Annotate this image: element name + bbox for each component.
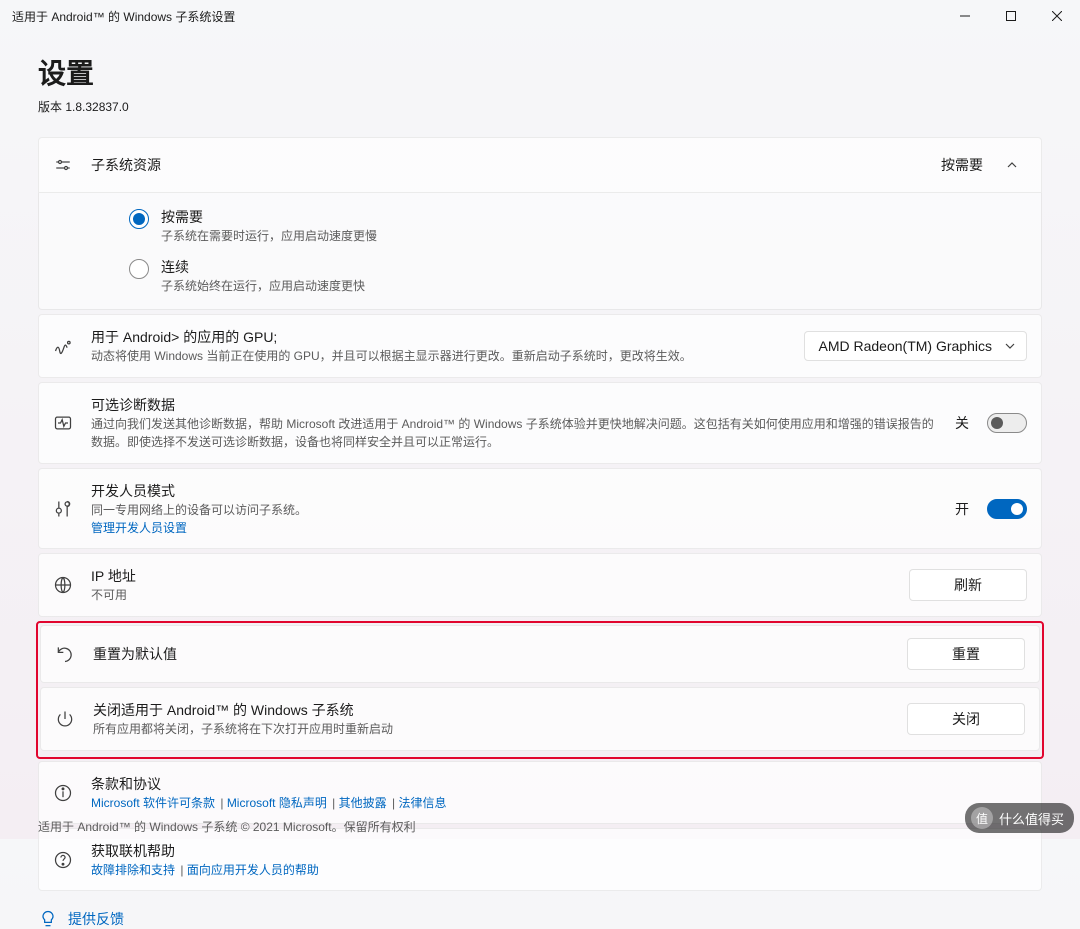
subsystem-resources-header[interactable]: 子系统资源 按需要 bbox=[38, 137, 1042, 193]
info-icon bbox=[53, 783, 73, 803]
subsystem-resources-title: 子系统资源 bbox=[91, 155, 923, 175]
terms-link-license[interactable]: Microsoft 软件许可条款 bbox=[91, 794, 215, 811]
help-title: 获取联机帮助 bbox=[91, 841, 1027, 861]
resource-option-label: 按需要 bbox=[161, 207, 377, 227]
help-icon bbox=[53, 850, 73, 870]
ip-title: IP 地址 bbox=[91, 566, 891, 586]
sliders-icon bbox=[53, 155, 73, 175]
ip-address-card: IP 地址 不可用 刷新 bbox=[38, 553, 1042, 617]
resource-option-label: 连续 bbox=[161, 257, 365, 277]
developer-mode-title: 开发人员模式 bbox=[91, 481, 937, 501]
resource-option-continuous[interactable]: 连续 子系统始终在运行，应用启动速度更快 bbox=[129, 251, 1027, 301]
gpu-select[interactable]: AMD Radeon(TM) Graphics bbox=[804, 331, 1028, 361]
gpu-title: 用于 Android> 的应用的 GPU; bbox=[91, 327, 786, 347]
diagnostics-card: 可选诊断数据 通过向我们发送其他诊断数据，帮助 Microsoft 改进适用于 … bbox=[38, 382, 1042, 464]
developer-mode-toggle[interactable] bbox=[987, 499, 1027, 519]
radio-unchecked-icon bbox=[129, 259, 149, 279]
subsystem-resources-options: 按需要 子系统在需要时运行，应用启动速度更慢 连续 子系统始终在运行，应用启动速… bbox=[38, 193, 1042, 310]
titlebar: 适用于 Android™ 的 Windows 子系统设置 bbox=[0, 0, 1080, 32]
subsystem-resources-value: 按需要 bbox=[941, 155, 983, 175]
feedback-icon bbox=[38, 909, 58, 929]
developer-mode-card: 开发人员模式 同一专用网络上的设备可以访问子系统。 管理开发人员设置 开 bbox=[38, 468, 1042, 549]
ip-desc: 不可用 bbox=[91, 586, 891, 604]
close-button[interactable] bbox=[1034, 0, 1080, 32]
resource-option-desc: 子系统在需要时运行，应用启动速度更慢 bbox=[161, 227, 377, 245]
diagnostics-state: 关 bbox=[955, 413, 969, 433]
radio-checked-icon bbox=[129, 209, 149, 229]
watermark-text: 什么值得买 bbox=[999, 809, 1064, 828]
resource-option-on-demand[interactable]: 按需要 子系统在需要时运行，应用启动速度更慢 bbox=[129, 201, 1027, 251]
minimize-button[interactable] bbox=[942, 0, 988, 32]
signature-icon bbox=[53, 336, 73, 356]
diagnostics-desc: 通过向我们发送其他诊断数据，帮助 Microsoft 改进适用于 Android… bbox=[91, 415, 937, 451]
help-link-devhelp[interactable]: 面向应用开发人员的帮助 bbox=[187, 861, 319, 878]
gpu-desc: 动态将使用 Windows 当前正在使用的 GPU，并且可以根据主显示器进行更改… bbox=[91, 347, 786, 365]
developer-settings-link[interactable]: 管理开发人员设置 bbox=[91, 519, 187, 536]
terms-link-legal[interactable]: 法律信息 bbox=[398, 794, 446, 811]
terms-title: 条款和协议 bbox=[91, 774, 1027, 794]
feedback-label: 提供反馈 bbox=[68, 909, 124, 929]
shutdown-desc: 所有应用都将关闭，子系统将在下次打开应用时重新启动 bbox=[93, 720, 889, 738]
globe-icon bbox=[53, 575, 73, 595]
diagnostics-title: 可选诊断数据 bbox=[91, 395, 937, 415]
gpu-select-label: AMD Radeon(TM) Graphics bbox=[819, 338, 993, 354]
resource-option-desc: 子系统始终在运行，应用启动速度更快 bbox=[161, 277, 365, 295]
page-title: 设置 bbox=[38, 52, 1042, 92]
undo-icon bbox=[55, 644, 75, 664]
reset-card: 重置为默认值 重置 bbox=[40, 625, 1040, 683]
footer-text: 适用于 Android™ 的 Windows 子系统 © 2021 Micros… bbox=[38, 818, 416, 835]
maximize-button[interactable] bbox=[988, 0, 1034, 32]
highlight-group: 重置为默认值 重置 关闭适用于 Android™ 的 Windows 子系统 所… bbox=[36, 621, 1044, 759]
power-icon bbox=[55, 709, 75, 729]
developer-mode-desc: 同一专用网络上的设备可以访问子系统。 bbox=[91, 501, 937, 519]
chevron-up-icon bbox=[997, 150, 1027, 180]
terms-link-disclosure[interactable]: 其他披露 bbox=[339, 794, 387, 811]
gpu-card: 用于 Android> 的应用的 GPU; 动态将使用 Windows 当前正在… bbox=[38, 314, 1042, 378]
window-title: 适用于 Android™ 的 Windows 子系统设置 bbox=[12, 8, 235, 25]
shutdown-title: 关闭适用于 Android™ 的 Windows 子系统 bbox=[93, 700, 889, 720]
content: 设置 版本 1.8.32837.0 子系统资源 按需要 按需要 子系统在需要时运… bbox=[0, 32, 1080, 811]
terms-link-privacy[interactable]: Microsoft 隐私声明 bbox=[227, 794, 327, 811]
reset-title: 重置为默认值 bbox=[93, 644, 889, 664]
version-text: 版本 1.8.32837.0 bbox=[38, 98, 1042, 115]
feedback-link[interactable]: 提供反馈 bbox=[38, 909, 1042, 929]
heartbeat-icon bbox=[53, 413, 73, 433]
help-link-troubleshoot[interactable]: 故障排除和支持 bbox=[91, 861, 175, 878]
tools-icon bbox=[53, 499, 73, 519]
shutdown-button[interactable]: 关闭 bbox=[907, 703, 1025, 735]
diagnostics-toggle[interactable] bbox=[987, 413, 1027, 433]
chevron-down-icon bbox=[1004, 340, 1016, 352]
developer-mode-state: 开 bbox=[955, 499, 969, 519]
watermark-badge: 值 bbox=[971, 807, 993, 829]
refresh-button[interactable]: 刷新 bbox=[909, 569, 1027, 601]
watermark: 值 什么值得买 bbox=[965, 803, 1074, 833]
footer: 适用于 Android™ 的 Windows 子系统 © 2021 Micros… bbox=[0, 813, 1080, 839]
shutdown-card: 关闭适用于 Android™ 的 Windows 子系统 所有应用都将关闭，子系… bbox=[40, 687, 1040, 751]
reset-button[interactable]: 重置 bbox=[907, 638, 1025, 670]
